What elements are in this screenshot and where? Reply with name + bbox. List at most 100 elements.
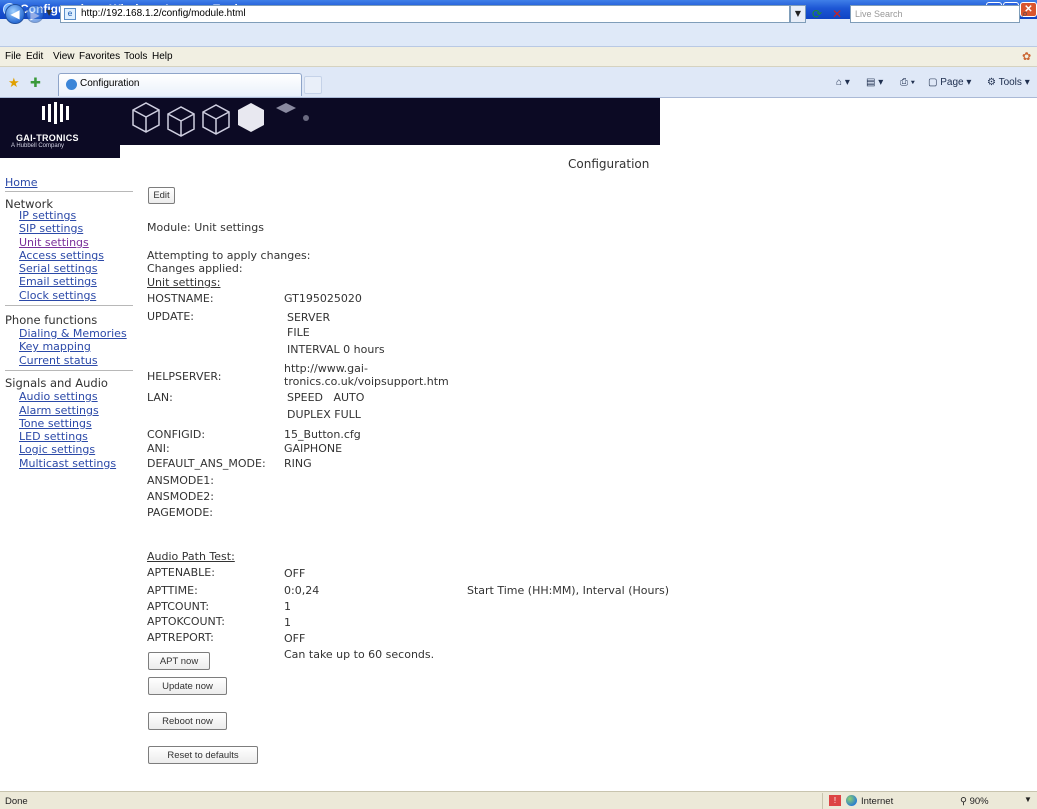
hostname-label: HOSTNAME: [147,292,214,305]
sidebar-item-logic-settings[interactable]: Logic settings [19,443,95,456]
history-dropdown-icon[interactable]: ▼ [46,8,52,17]
sidebar-home-link[interactable]: Home [5,176,37,189]
apt-note: Can take up to 60 seconds. [284,648,435,661]
logo-name: GAI-TRONICS [16,133,79,143]
sidebar-item-email-settings[interactable]: Email settings [19,275,97,288]
edit-button[interactable]: Edit [148,187,175,204]
tools-menu-label: Tools [998,77,1022,88]
tools-menu-button[interactable]: ⚙ Tools ▾ [987,77,1030,88]
page-icon: e [64,8,76,20]
lan-duplex-value: DUPLEX FULL [287,408,361,421]
menu-tools[interactable]: Tools [124,51,147,62]
update-server-value: SERVER [287,311,331,324]
sidebar-item-sip-settings[interactable]: SIP settings [19,222,83,235]
menu-edit[interactable]: Edit [26,51,43,62]
address-dropdown-icon[interactable]: ▼ [790,5,806,23]
page-menu-label: Page [940,77,964,88]
module-title: Module: Unit settings [147,221,264,234]
update-interval-value: INTERVAL 0 hours [287,343,385,356]
apt-now-button[interactable]: APT now [148,652,210,670]
protected-mode-icon: ! [829,795,841,806]
menu-file[interactable]: File [5,51,21,62]
back-button[interactable]: ◀ [5,4,25,24]
forward-button[interactable]: ▶ [26,5,44,23]
aptokcount-label: APTOKCOUNT: [147,615,225,628]
hostname-value: GT195025020 [284,292,362,305]
reset-to-defaults-button[interactable]: Reset to defaults [148,746,258,764]
tab-page-icon [66,79,77,90]
logo-subtitle: A Hubbell Company [11,143,65,149]
sidebar-divider [5,305,133,306]
zone-label: Internet [861,796,894,807]
sidebar-item-audio-settings[interactable]: Audio settings [19,390,98,403]
sidebar-item-dialing-memories[interactable]: Dialing & Memories [19,327,127,340]
configid-value: 15_Button.cfg [284,428,361,441]
default-ans-mode-label: DEFAULT_ANS_MODE: [147,457,266,470]
feeds-icon[interactable]: ▤ ▾ [866,77,883,88]
pagemode-label: PAGEMODE: [147,506,214,519]
sidebar-item-clock-settings[interactable]: Clock settings [19,289,96,302]
status-bar: Done ! Internet ⚲ 90% ▼ [0,791,1037,809]
stop-icon[interactable]: ✕ [828,5,846,23]
sidebar-item-multicast-settings[interactable]: Multicast settings [19,457,116,470]
configid-label: CONFIGID: [147,428,206,441]
sidebar-item-key-mapping[interactable]: Key mapping [19,340,91,353]
ansmode2-label: ANSMODE2: [147,490,215,503]
search-icon[interactable]: ⌕ [1022,5,1037,23]
apttime-note: Start Time (HH:MM), Interval (Hours) [467,584,670,597]
banner-cubes-icon [132,102,309,137]
status-text: Done [5,796,28,807]
lan-speed-value: SPEED AUTO [287,391,365,404]
update-now-button[interactable]: Update now [148,677,227,695]
new-tab-button[interactable] [304,76,322,94]
unit-settings-header: Unit settings: [147,276,221,289]
sidebar-item-access-settings[interactable]: Access settings [19,249,104,262]
address-toolbar [0,19,1037,47]
address-input[interactable]: http://192.168.1.2/config/module.html [60,5,790,23]
sidebar-item-led-settings[interactable]: LED settings [19,430,88,443]
ani-label: ANI: [147,442,170,455]
helpserver-value-line1: http://www.gai- [284,362,368,375]
sidebar-signals-heading: Signals and Audio [5,376,108,390]
refresh-icon[interactable]: ⟳ [808,5,826,23]
sidebar-item-tone-settings[interactable]: Tone settings [19,417,92,430]
aptcount-label: APTCOUNT: [147,600,210,613]
aptreport-value: OFF [284,632,306,645]
apttime-label: APTTIME: [147,584,198,597]
ani-value: GAIPHONE [284,442,343,455]
menu-help[interactable]: Help [152,51,173,62]
audio-path-test-header: Audio Path Test: [147,550,235,563]
applied-text: Changes applied: [147,262,243,275]
helpserver-label: HELPSERVER: [147,370,222,383]
internet-zone-icon [846,795,857,806]
aptenable-value: OFF [284,567,306,580]
sidebar-item-serial-settings[interactable]: Serial settings [19,262,98,275]
zoom-value: 90% [969,796,989,807]
menu-bar: File Edit View Favorites Tools Help ✿ [0,47,1037,67]
lan-label: LAN: [147,391,173,404]
menu-view[interactable]: View [53,51,75,62]
page-menu-button[interactable]: ▢ Page ▾ [928,77,971,88]
reboot-now-button[interactable]: Reboot now [148,712,227,730]
favorites-star-icon[interactable]: ★ [8,75,20,91]
add-favorite-icon[interactable]: ✚ [30,75,41,91]
tab-bar: ★ ✚ Configuration ⌂ ▾ ▤ ▾ ⎙ ▾ ▢ Page ▾ ⚙… [0,67,1037,98]
default-ans-mode-value: RING [284,457,312,470]
apttime-value: 0:0,24 [284,584,320,597]
sidebar-divider [5,191,133,192]
sidebar-item-current-status[interactable]: Current status [19,354,98,367]
update-file-value: FILE [287,326,310,339]
ansmode1-label: ANSMODE1: [147,474,215,487]
zoom-dropdown-icon[interactable]: ▼ [1024,795,1032,804]
sidebar-item-ip-settings[interactable]: IP settings [19,209,76,222]
sidebar-item-unit-settings[interactable]: Unit settings [19,236,89,249]
sidebar-item-alarm-settings[interactable]: Alarm settings [19,404,99,417]
home-icon[interactable]: ⌂ ▾ [836,77,850,88]
aptokcount-value: 1 [284,616,291,629]
search-input[interactable]: Live Search [850,5,1020,23]
sidebar-divider [5,370,133,371]
zoom-level[interactable]: ⚲ 90% [960,796,989,807]
aptreport-label: APTREPORT: [147,631,214,644]
print-icon[interactable]: ⎙ ▾ [900,77,915,88]
menu-favorites[interactable]: Favorites [79,51,120,62]
